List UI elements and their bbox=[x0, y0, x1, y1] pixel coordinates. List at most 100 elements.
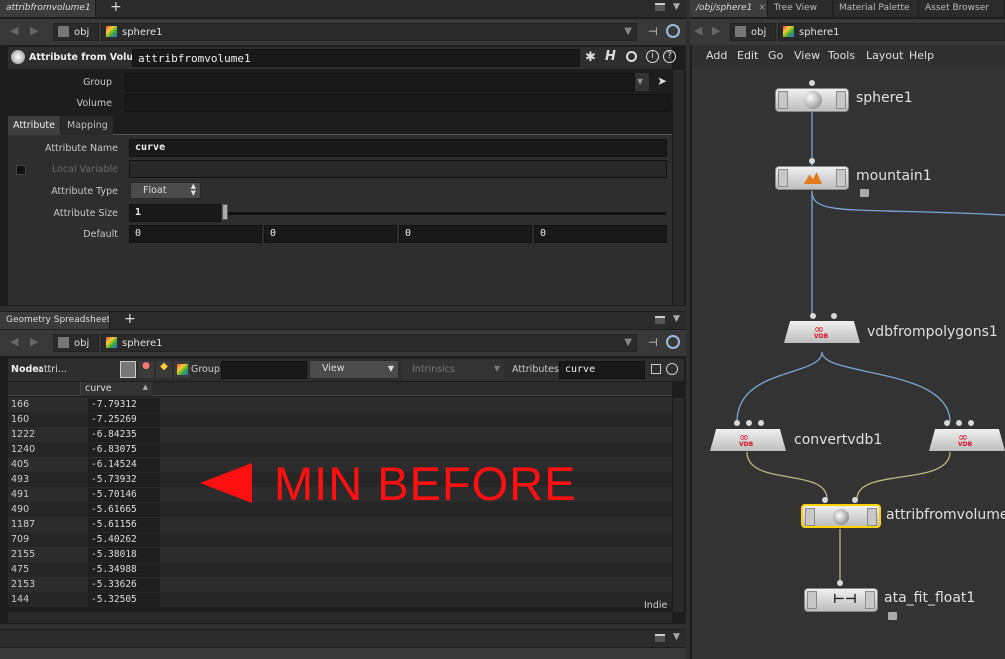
input-dot[interactable] bbox=[809, 80, 815, 86]
path-root[interactable]: obj bbox=[53, 23, 99, 41]
node-ata-fit-float1[interactable]: ⊢⊣ bbox=[804, 588, 878, 612]
close-icon[interactable]: × bbox=[758, 3, 766, 13]
forward-arrow-icon[interactable]: ▶ bbox=[30, 25, 42, 37]
maximize-icon[interactable] bbox=[655, 634, 665, 642]
forward-arrow-icon[interactable]: ▶ bbox=[712, 25, 724, 37]
add-tab-icon[interactable]: + bbox=[110, 0, 122, 15]
menu-tools[interactable]: Tools bbox=[828, 49, 855, 62]
path-root[interactable]: obj bbox=[730, 23, 776, 41]
tab-tree-view[interactable]: Tree View bbox=[768, 0, 833, 17]
group-field[interactable] bbox=[125, 73, 635, 91]
pane-menu-icon[interactable]: ▼ bbox=[673, 632, 680, 642]
default-field-0[interactable]: 0 bbox=[129, 225, 262, 243]
node-label-convertvdb1[interactable]: convertvdb1 bbox=[794, 432, 882, 448]
table-row[interactable]: 709 -5.40262 bbox=[8, 532, 672, 547]
forward-arrow-icon[interactable]: ▶ bbox=[30, 336, 42, 348]
node-mountain1[interactable] bbox=[775, 166, 849, 190]
tab-material-palette[interactable]: Material Palette bbox=[833, 0, 919, 17]
path-node[interactable]: sphere1 bbox=[778, 23, 1005, 41]
split-view-icon[interactable] bbox=[651, 364, 661, 374]
node-vdbfrompolygons1[interactable]: ∞ VDB bbox=[784, 321, 860, 343]
menu-add[interactable]: Add bbox=[706, 49, 727, 62]
tab-obj-sphere1[interactable]: /obj/sphere1 × bbox=[690, 0, 768, 17]
vertices-icon[interactable]: ● bbox=[138, 361, 154, 378]
node-sphere1[interactable] bbox=[775, 88, 849, 112]
tab-attribute[interactable]: Attribute bbox=[8, 116, 60, 135]
maximize-icon[interactable] bbox=[655, 3, 665, 11]
back-arrow-icon[interactable]: ◀ bbox=[694, 25, 706, 37]
search-icon[interactable] bbox=[626, 51, 637, 62]
view-menu[interactable]: View ▼ bbox=[309, 360, 399, 379]
table-row[interactable]: 2153 -5.33626 bbox=[8, 577, 672, 592]
tab-attribfromvolume1[interactable]: attribfromvolume1× bbox=[0, 0, 96, 17]
slider-handle[interactable] bbox=[222, 204, 228, 220]
pane-menu-icon[interactable]: ▼ bbox=[673, 314, 680, 324]
node-label-attribfromvolume1[interactable]: attribfromvolume1 bbox=[886, 507, 1005, 523]
table-row[interactable]: 166 -7.79312 bbox=[8, 397, 672, 412]
link-icon[interactable] bbox=[666, 24, 680, 38]
add-tab-icon[interactable]: + bbox=[124, 311, 136, 327]
link-icon[interactable] bbox=[666, 335, 680, 349]
primitives-icon[interactable]: ◆ bbox=[156, 361, 172, 378]
table-row[interactable]: 475 -5.34988 bbox=[8, 562, 672, 577]
group-dropdown-icon[interactable]: ▼ bbox=[635, 73, 649, 91]
tab-mapping[interactable]: Mapping bbox=[61, 116, 113, 135]
default-field-3[interactable]: 0 bbox=[534, 225, 667, 243]
help-icon[interactable]: ? bbox=[663, 50, 676, 63]
node-attribfromvolume1[interactable] bbox=[801, 504, 881, 528]
pane-divider[interactable] bbox=[0, 306, 686, 311]
input-dot[interactable] bbox=[758, 420, 764, 426]
spreadsheet-scrollbar[interactable] bbox=[673, 398, 684, 612]
node-label-sphere1[interactable]: sphere1 bbox=[856, 90, 913, 106]
table-row[interactable]: 160 -7.25269 bbox=[8, 412, 672, 427]
spreadsheet-hscroll[interactable] bbox=[8, 612, 672, 623]
pane-divider-bottom[interactable] bbox=[0, 624, 686, 629]
vertical-divider[interactable] bbox=[686, 0, 690, 659]
column-header-curve[interactable]: curve ▲ bbox=[80, 382, 152, 396]
table-row[interactable]: 1187 -5.61156 bbox=[8, 517, 672, 532]
input-dot[interactable] bbox=[734, 420, 740, 426]
help-h-icon[interactable]: H bbox=[605, 49, 616, 64]
table-row[interactable]: 1240 -6.83075 bbox=[8, 442, 672, 457]
tab-asset-browser[interactable]: Asset Browser bbox=[919, 0, 1005, 17]
attribute-type-menu[interactable]: Float ▲ ▼ bbox=[130, 182, 201, 199]
table-row[interactable]: 144 -5.32505 bbox=[8, 592, 672, 607]
input-dot[interactable] bbox=[831, 313, 837, 319]
select-arrow-icon[interactable]: ➤ bbox=[657, 74, 667, 88]
table-row[interactable]: 1222 -6.84235 bbox=[8, 427, 672, 442]
table-row[interactable]: 2155 -5.38018 bbox=[8, 547, 672, 562]
node-convertvdb1[interactable]: ∞ VDB bbox=[710, 429, 786, 451]
node-label-mountain1[interactable]: mountain1 bbox=[856, 168, 932, 184]
default-field-2[interactable]: 0 bbox=[399, 225, 532, 243]
menu-layout[interactable]: Layout bbox=[866, 49, 903, 62]
back-arrow-icon[interactable]: ◀ bbox=[10, 336, 22, 348]
info-icon[interactable]: i bbox=[646, 50, 659, 63]
volume-field[interactable] bbox=[125, 94, 671, 112]
param-scrollbar[interactable] bbox=[673, 70, 684, 305]
gear-icon[interactable]: ✱ bbox=[585, 50, 596, 65]
input-dot[interactable] bbox=[810, 313, 816, 319]
input-dot[interactable] bbox=[837, 580, 843, 586]
input-dot[interactable] bbox=[746, 420, 752, 426]
input-dot[interactable] bbox=[944, 420, 950, 426]
menu-edit[interactable]: Edit bbox=[737, 49, 758, 62]
node-label-vdbfrompolygons1[interactable]: vdbfrompolygons1 bbox=[867, 324, 998, 340]
pin-icon[interactable]: ⊣ bbox=[648, 336, 658, 349]
menu-go[interactable]: Go bbox=[768, 49, 783, 62]
pane-menu-icon[interactable]: ▼ bbox=[673, 2, 680, 12]
input-dot[interactable] bbox=[822, 497, 828, 503]
menu-help[interactable]: Help bbox=[909, 49, 934, 62]
maximize-icon[interactable] bbox=[655, 316, 665, 324]
points-icon[interactable] bbox=[120, 361, 136, 378]
attribute-size-field[interactable]: 1 bbox=[129, 204, 221, 222]
back-arrow-icon[interactable]: ◀ bbox=[10, 25, 22, 37]
intrinsics-menu[interactable]: Intrinsics ▼ bbox=[402, 360, 504, 379]
input-dot[interactable] bbox=[956, 420, 962, 426]
attribute-size-slider[interactable] bbox=[228, 212, 666, 215]
input-dot[interactable] bbox=[968, 420, 974, 426]
pin-icon[interactable]: ⊣ bbox=[648, 25, 658, 38]
attributes-filter-field[interactable]: curve bbox=[559, 361, 645, 379]
node-label-ata-fit-float1[interactable]: ata_fit_float1 bbox=[884, 590, 975, 606]
input-dot[interactable] bbox=[809, 158, 815, 164]
detail-icon[interactable] bbox=[174, 361, 190, 378]
